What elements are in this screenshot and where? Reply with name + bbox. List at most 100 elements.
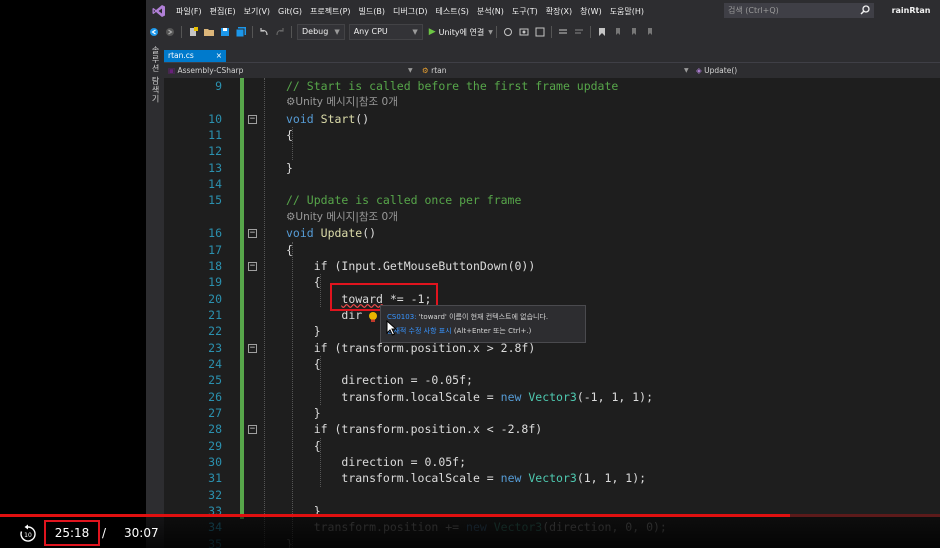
statement-prefix: transform.localScale =	[341, 389, 501, 404]
line-number: 10	[208, 111, 222, 126]
menu-edit[interactable]: 편집(E)	[206, 6, 240, 17]
hot-reload-icon[interactable]	[502, 26, 514, 38]
clear-bookmarks-icon[interactable]	[644, 26, 656, 38]
menu-view[interactable]: 보기(V)	[240, 6, 274, 17]
platform-select[interactable]: Any CPU ▼	[348, 24, 423, 40]
type-name: Vector3	[528, 389, 577, 404]
menu-window[interactable]: 창(W)	[576, 6, 606, 17]
code-text: }	[313, 406, 321, 420]
class-icon: ⚙	[422, 66, 429, 75]
solution-explorer-tab[interactable]: 솔루션 탐색기	[150, 46, 161, 104]
video-frame[interactable]: 파일(F) 편집(E) 보기(V) Git(G) 프로젝트(P) 빌드(B) 디…	[0, 0, 940, 548]
menu-git[interactable]: Git(G)	[274, 7, 306, 16]
code-lens-text[interactable]: Unity 메시지|참조 0개	[295, 211, 397, 223]
configuration-value: Debug	[302, 27, 329, 36]
mouse-cursor-icon	[386, 319, 398, 336]
chevron-down-icon: ▼	[684, 67, 689, 74]
menu-file[interactable]: 파일(F)	[172, 6, 206, 17]
method-parens: ()	[355, 111, 370, 126]
menu-analyze[interactable]: 분석(N)	[473, 6, 508, 17]
uncomment-icon[interactable]	[573, 26, 585, 38]
chevron-down-icon: ▼	[412, 28, 418, 36]
menu-extensions[interactable]: 확장(X)	[542, 6, 576, 17]
browser-link-icon[interactable]	[534, 26, 546, 38]
code-statement: transform.localScale = new Vector3(-1, 1…	[286, 389, 653, 405]
toolbar-separator	[291, 26, 292, 38]
type-name: Vector3	[528, 471, 577, 486]
toolbar-separator	[550, 26, 552, 38]
menu-debug[interactable]: 디버그(D)	[389, 6, 431, 17]
configuration-select[interactable]: Debug ▼	[297, 24, 345, 40]
line-number: 18	[208, 258, 222, 273]
constructor-args: (-1, 1, 1);	[576, 389, 653, 404]
undo-icon[interactable]	[258, 26, 270, 38]
collapse-icon[interactable]: −	[248, 114, 257, 124]
back-icon[interactable]	[148, 26, 160, 38]
toolbar-separator	[252, 26, 253, 38]
menu-tools[interactable]: 도구(T)	[508, 6, 542, 17]
project-select[interactable]: ▣ Assembly-CSharp ▼	[168, 65, 418, 77]
menu-project[interactable]: 프로젝트(P)	[306, 6, 355, 17]
menu-help[interactable]: 도움말(H)	[606, 6, 648, 17]
line-number: 26	[208, 389, 222, 404]
menu-build[interactable]: 빌드(B)	[355, 6, 389, 17]
attach-unity-button[interactable]: ▶ Unity에 연결 ▼	[429, 27, 493, 38]
close-icon[interactable]: ×	[216, 50, 222, 62]
document-tab-row: rtan.cs ×	[164, 42, 940, 62]
menu-test[interactable]: 테스트(S)	[432, 6, 473, 17]
video-controls: 10 25:18 / 30:07	[0, 517, 940, 548]
method-parens: ()	[362, 226, 377, 241]
code-lens-references: ⚙Unity 메시지|참조 0개	[286, 94, 398, 110]
user-account[interactable]: rainRtan	[882, 0, 940, 22]
prev-bookmark-icon[interactable]	[612, 26, 624, 38]
chevron-down-icon: ▼	[334, 28, 340, 36]
collapse-icon[interactable]: −	[248, 229, 257, 239]
keyword: void	[286, 111, 314, 126]
chevron-down-icon: ▼	[488, 28, 493, 36]
unity-icon: ⚙	[286, 210, 296, 223]
line-number: 28	[208, 422, 222, 437]
redo-icon[interactable]	[274, 26, 286, 38]
method-icon: ◈	[696, 66, 702, 75]
visual-studio-logo-icon	[152, 4, 166, 18]
line-number: 31	[208, 471, 222, 486]
collapse-icon[interactable]: −	[248, 425, 257, 435]
class-select[interactable]: ⚙ rtan ▼	[422, 65, 692, 77]
line-number: 14	[208, 177, 222, 192]
line-number: 30	[208, 455, 222, 470]
method-name: Update	[320, 226, 363, 241]
line-number: 16	[208, 226, 222, 241]
unity-icon: ⚙	[286, 96, 296, 109]
line-number: 25	[208, 373, 222, 388]
code-line: direction = 0.05f;	[286, 454, 466, 470]
navigation-bar: ▣ Assembly-CSharp ▼ ⚙ rtan ▼ ◈ Update()	[164, 62, 940, 79]
bookmark-icon[interactable]	[596, 26, 608, 38]
lightbulb-icon[interactable]	[367, 308, 379, 322]
comment-out-icon[interactable]	[557, 26, 569, 38]
code-lens-references: ⚙Unity 메시지|참조 0개	[286, 209, 398, 225]
collapse-icon[interactable]: −	[248, 343, 257, 353]
line-number: 29	[208, 438, 222, 453]
line-number: 9	[215, 79, 222, 93]
open-folder-icon[interactable]	[203, 26, 215, 38]
code-text: }	[286, 160, 293, 175]
forward-icon[interactable]	[164, 26, 176, 38]
new-item-icon[interactable]	[187, 26, 199, 38]
code-text: }	[313, 324, 321, 339]
next-bookmark-icon[interactable]	[628, 26, 640, 38]
search-icon[interactable]	[860, 5, 870, 15]
collapse-icon[interactable]: −	[248, 261, 257, 271]
code-lens-text[interactable]: Unity 메시지|참조 0개	[295, 96, 397, 108]
rewind-10-button[interactable]: 10	[18, 524, 38, 544]
error-message: 'toward' 이름이 현재 컨텍스트에 없습니다.	[418, 313, 549, 321]
save-all-icon[interactable]	[235, 26, 247, 38]
solution-explorer-strip: 솔루션 탐색기	[146, 42, 164, 548]
play-icon: ▶	[428, 27, 436, 37]
keyword: new	[500, 389, 522, 404]
tab-rtan-cs[interactable]: rtan.cs ×	[164, 50, 226, 62]
save-icon[interactable]	[219, 26, 231, 38]
statement-prefix: transform.localScale =	[341, 471, 501, 486]
screenshot-icon[interactable]	[518, 26, 530, 38]
member-select[interactable]: ◈ Update()	[696, 65, 936, 77]
search-input[interactable]: 검색 (Ctrl+Q)	[724, 3, 874, 18]
